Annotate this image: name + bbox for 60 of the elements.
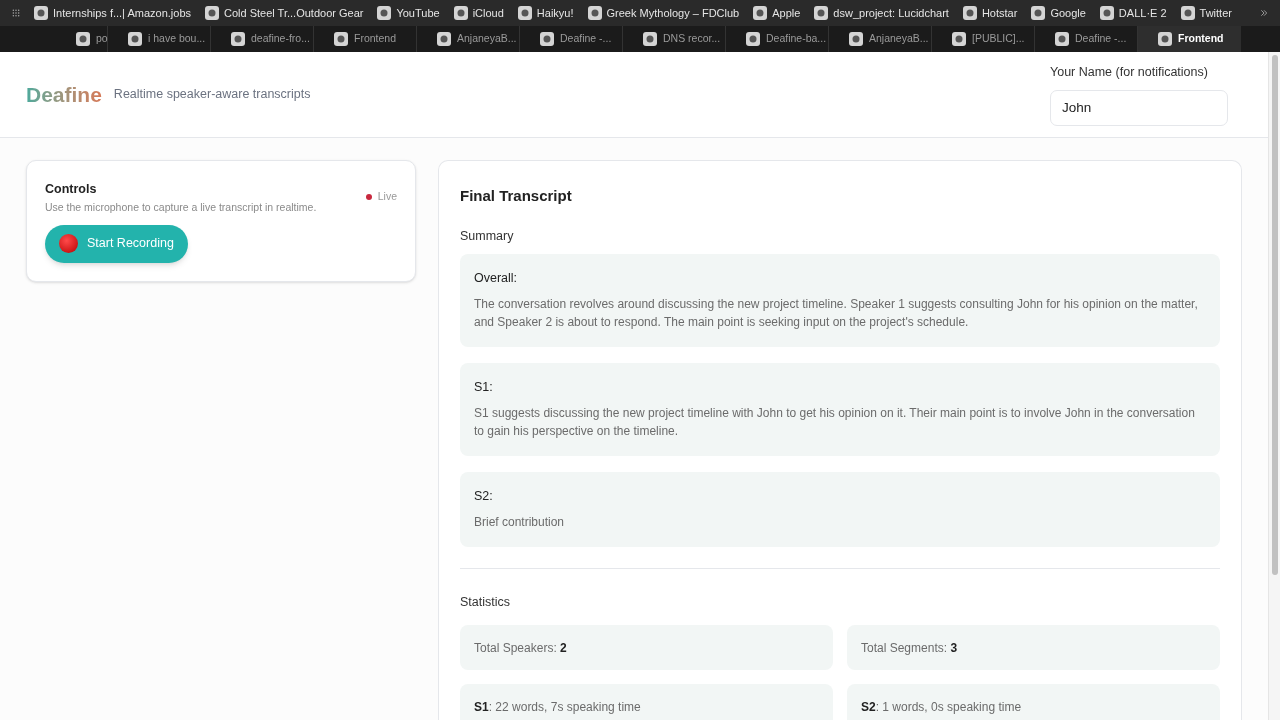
bookmark[interactable]: Google [1031,4,1086,22]
bookmark[interactable]: Apple [753,4,801,22]
site-icon [540,32,554,46]
stat-text: S1: 22 words, 7s speaking time [474,698,641,716]
bookmark[interactable]: Cold Steel Tr...Outdoor Gear [205,4,364,22]
stat-text: S2: 1 words, 0s speaking time [861,698,1022,716]
section-heading: Statistics [460,593,511,611]
site-icon [1031,6,1046,20]
record-icon [59,234,78,253]
stat-text: Total Segments: 3 [861,639,958,657]
site-icon [1055,32,1069,46]
bookmark[interactable]: iCloud [453,4,504,22]
bookmark[interactable]: Internships f...| Amazon.jobs [34,4,191,22]
browser-tab[interactable]: Frontend [1138,26,1241,52]
summary-text: Brief contribution [474,513,566,531]
site-icon [643,32,657,46]
site-icon [453,6,468,20]
status-label: Live [377,189,397,204]
apps-grid-icon[interactable] [12,7,21,19]
site-icon [377,6,392,20]
bookmark[interactable]: Twitter [1180,4,1232,22]
site-icon [34,6,49,20]
site-icon [517,6,532,20]
summary-label: Overall: [474,270,519,288]
section-heading: Summary [460,227,515,245]
bookmark[interactable]: Haikyu! [517,4,574,22]
site-icon [1180,6,1195,20]
bookmark[interactable]: Greek Mythology – FDClub [587,4,740,22]
card-title: Controls [45,181,98,198]
summary-text: S1 suggests discussing the new project timeline with John to get his opinion on it. Their main point is to involve John in the conversation to gain his perspective on the timeline. [474,404,1196,440]
site-icon [962,6,977,20]
name-label: Your Name (for notifications) [1050,64,1209,82]
site-icon [231,32,245,46]
name-field[interactable]: John [1050,89,1228,126]
summary-label: S2: [474,487,494,505]
card-description: Use the microphone to capture a live transcript in realtime. [45,199,317,215]
stat-text: Total Speakers: 2 [474,639,567,657]
scrollbar[interactable] [1268,52,1280,720]
tagline: Realtime speaker-aware transcripts [113,86,311,104]
chevrons-icon[interactable] [1259,7,1268,19]
site-icon [205,6,219,20]
site-icon [128,32,142,46]
transcript-title: Final Transcript [460,186,573,206]
site-icon [587,6,602,20]
summary-label: S1: [474,379,494,396]
site-icon [753,6,768,20]
site-icon [814,6,829,20]
site-icon [1158,32,1172,46]
summary-text: The conversation revolves around discussing the new project timeline. Speaker 1 suggests consulting John for his opinion on the matter, and Speaker 2 is about to respond. The main point is seeking input on the project's schedule. [474,296,1199,331]
bookmark[interactable]: YouTube [377,4,440,22]
bookmark[interactable]: dsw_project: Lucidchart [814,4,949,22]
site-icon [849,32,863,46]
site-icon [334,32,348,46]
bookmark[interactable]: Hotstar [962,4,1018,22]
site-icon [952,32,966,46]
site-icon [76,32,90,46]
site-icon [437,32,451,46]
site-icon [746,32,760,46]
bookmark[interactable]: DALL·E 2 [1099,4,1167,22]
site-icon [1099,6,1114,20]
